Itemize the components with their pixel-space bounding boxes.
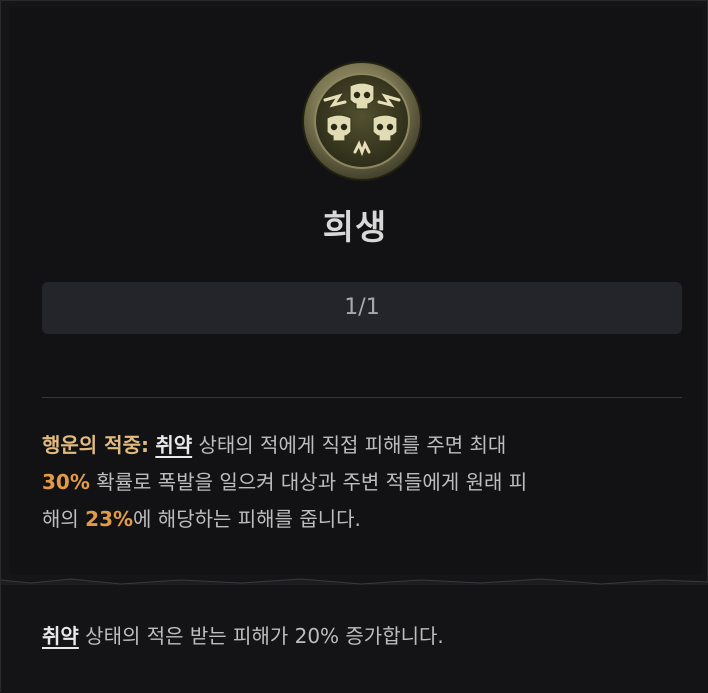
skull-triad-medallion-icon (301, 60, 423, 182)
divider (42, 397, 682, 398)
chance-value: 30% (42, 470, 90, 494)
skill-description: 행운의 적중: 취약 상태의 적에게 직접 피해를 주면 최대 30% 확률로 … (42, 427, 682, 538)
description-text: 상태의 적에게 직접 피해를 주면 최대 (192, 433, 507, 457)
rank-value: 1/1 (344, 295, 380, 320)
lucky-hit-label: 행운의 적중: (42, 433, 149, 457)
torn-edge-divider (0, 573, 708, 588)
description-text: 확률로 폭발을 일으켜 대상과 주변 적들에게 원래 피 (89, 470, 528, 494)
description-text: 해의 (42, 507, 86, 531)
description-text: 에 해당하는 피해를 줍니다. (133, 507, 361, 531)
vulnerable-note: 취약 상태의 적은 받는 피해가 20% 증가합니다. (42, 618, 444, 655)
damage-percent-value: 23% (85, 507, 134, 531)
rank-indicator: 1/1 (42, 282, 682, 334)
skill-title: 희생 (322, 208, 388, 248)
skill-tooltip: 희생 1/1 행운의 적중: 취약 상태의 적에게 직접 피해를 주면 최대 3… (0, 0, 708, 693)
vulnerable-keyword-link[interactable]: 취약 (155, 433, 192, 457)
vulnerable-keyword-link[interactable]: 취약 (42, 624, 79, 648)
vulnerable-note-text: 상태의 적은 받는 피해가 20% 증가합니다. (78, 624, 444, 648)
